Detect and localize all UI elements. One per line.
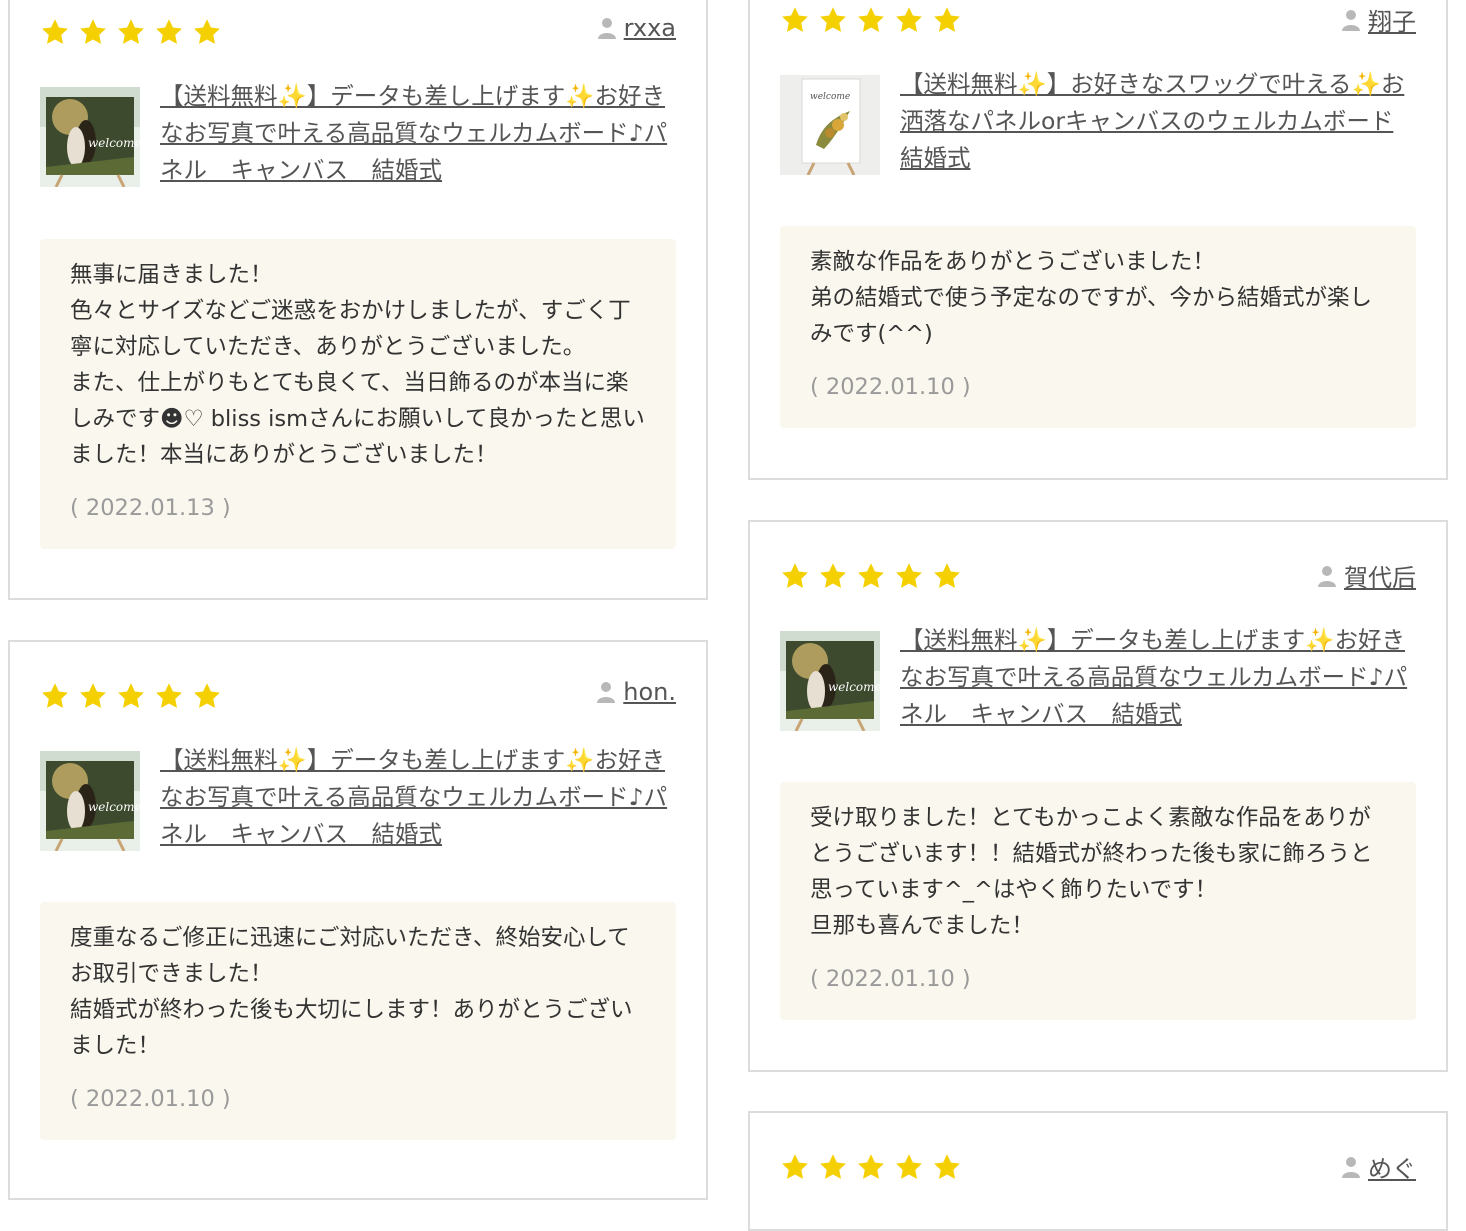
reviewer-name-link[interactable]: めぐ <box>1368 1149 1416 1184</box>
review-comment-text: 無事に届きました！ 色々とサイズなどご迷惑をおかけしましたが、すごく丁寧に対応し… <box>70 262 645 468</box>
reviewer-name-link[interactable]: rxxa <box>624 14 676 42</box>
star-icon <box>856 1151 894 1183</box>
review-date: ( 2022.01.10 ) <box>810 966 971 992</box>
user-icon <box>1342 9 1360 31</box>
review-date: ( 2022.01.10 ) <box>810 374 971 400</box>
product-thumbnail[interactable]: welcome <box>40 751 140 851</box>
review-comment-box: 素敵な作品をありがとうございました！ 弟の結婚式で使う予定なのですが、今から結婚… <box>780 226 1416 428</box>
star-icon <box>78 16 116 48</box>
star-icon <box>818 1151 856 1183</box>
reviewer: めぐ <box>1342 1149 1416 1184</box>
svg-text:welcome: welcome <box>88 800 140 814</box>
star-icon <box>40 16 78 48</box>
star-icon <box>78 680 116 712</box>
star-icon <box>40 680 78 712</box>
review-comment-text: 受け取りました！とてもかっこよく素敵な作品をありがとうございます！！結婚式が終わ… <box>810 805 1373 939</box>
product-thumbnail[interactable]: welcome <box>780 75 880 175</box>
product-link[interactable]: 【送料無料✨】お好きなスワッグで叶える✨お洒落なパネルorキャンバスのウェルカム… <box>900 66 1410 177</box>
star-rating <box>40 16 230 48</box>
user-icon <box>597 18 616 39</box>
star-icon <box>192 680 230 712</box>
star-icon <box>780 560 818 592</box>
star-icon <box>116 16 154 48</box>
product-link[interactable]: 【送料無料✨】データも差し上げます✨お好きなお写真で叶える高品質なウェルカムボー… <box>160 78 670 189</box>
star-icon <box>780 1151 818 1183</box>
star-icon <box>154 16 192 48</box>
star-rating <box>780 560 970 592</box>
product-link[interactable]: 【送料無料✨】データも差し上げます✨お好きなお写真で叶える高品質なウェルカムボー… <box>900 622 1410 733</box>
star-icon <box>192 16 230 48</box>
product-thumbnail[interactable]: welcome <box>40 87 140 187</box>
product-link[interactable]: 【送料無料✨】データも差し上げます✨お好きなお写真で叶える高品質なウェルカムボー… <box>160 742 670 853</box>
star-icon <box>154 680 192 712</box>
reviewer: 賀代后 <box>1318 558 1416 593</box>
star-rating <box>780 4 970 36</box>
review-comment-text: 度重なるご修正に迅速にご対応いただき、終始安心してお取引できました！ 結婚式が終… <box>70 925 633 1059</box>
user-icon <box>1342 1156 1360 1178</box>
star-icon <box>856 560 894 592</box>
review-card: 翔子 welcome 【送料無料✨】お好きなスワッグで叶える✨お洒落なパネルor… <box>748 0 1448 480</box>
review-date: ( 2022.01.13 ) <box>70 495 231 521</box>
review-card: めぐ <box>748 1111 1448 1231</box>
star-icon <box>856 4 894 36</box>
reviewer: rxxa <box>597 14 676 42</box>
star-icon <box>932 1151 970 1183</box>
review-comment-box: 無事に届きました！ 色々とサイズなどご迷惑をおかけしましたが、すごく丁寧に対応し… <box>40 239 676 549</box>
star-icon <box>932 560 970 592</box>
star-icon <box>818 560 856 592</box>
star-rating <box>40 680 230 712</box>
star-icon <box>894 560 932 592</box>
star-rating <box>780 1151 970 1183</box>
review-comment-text: 素敵な作品をありがとうございました！ 弟の結婚式で使う予定なのですが、今から結婚… <box>810 249 1373 347</box>
review-comment-box: 度重なるご修正に迅速にご対応いただき、終始安心してお取引できました！ 結婚式が終… <box>40 902 676 1140</box>
star-icon <box>780 4 818 36</box>
svg-text:welcome: welcome <box>88 136 140 150</box>
star-icon <box>818 4 856 36</box>
star-icon <box>116 680 154 712</box>
reviewer-name-link[interactable]: 翔子 <box>1368 2 1416 37</box>
star-icon <box>894 4 932 36</box>
reviewer: 翔子 <box>1342 2 1416 37</box>
user-icon <box>597 682 616 703</box>
review-date: ( 2022.01.10 ) <box>70 1086 231 1112</box>
review-card: 賀代后 welcome 【送料無料✨】データも差し上げます✨お好きなお写真で叶え… <box>748 520 1448 1072</box>
svg-text:welcome: welcome <box>828 680 880 694</box>
user-icon <box>1318 565 1336 587</box>
reviewer-name-link[interactable]: hon. <box>623 678 676 706</box>
star-icon <box>932 4 970 36</box>
product-thumbnail[interactable]: welcome <box>780 631 880 731</box>
review-card: rxxa welcome 【送料無料✨】データも差し上げます✨お好きなお写真で叶… <box>8 0 708 600</box>
star-icon <box>894 1151 932 1183</box>
review-comment-box: 受け取りました！とてもかっこよく素敵な作品をありがとうございます！！結婚式が終わ… <box>780 782 1416 1020</box>
reviewer-name-link[interactable]: 賀代后 <box>1344 558 1416 593</box>
review-card: hon. welcome 【送料無料✨】データも差し上げます✨お好きなお写真で叶… <box>8 640 708 1200</box>
svg-text:welcome: welcome <box>810 92 850 102</box>
reviewer: hon. <box>597 678 676 706</box>
